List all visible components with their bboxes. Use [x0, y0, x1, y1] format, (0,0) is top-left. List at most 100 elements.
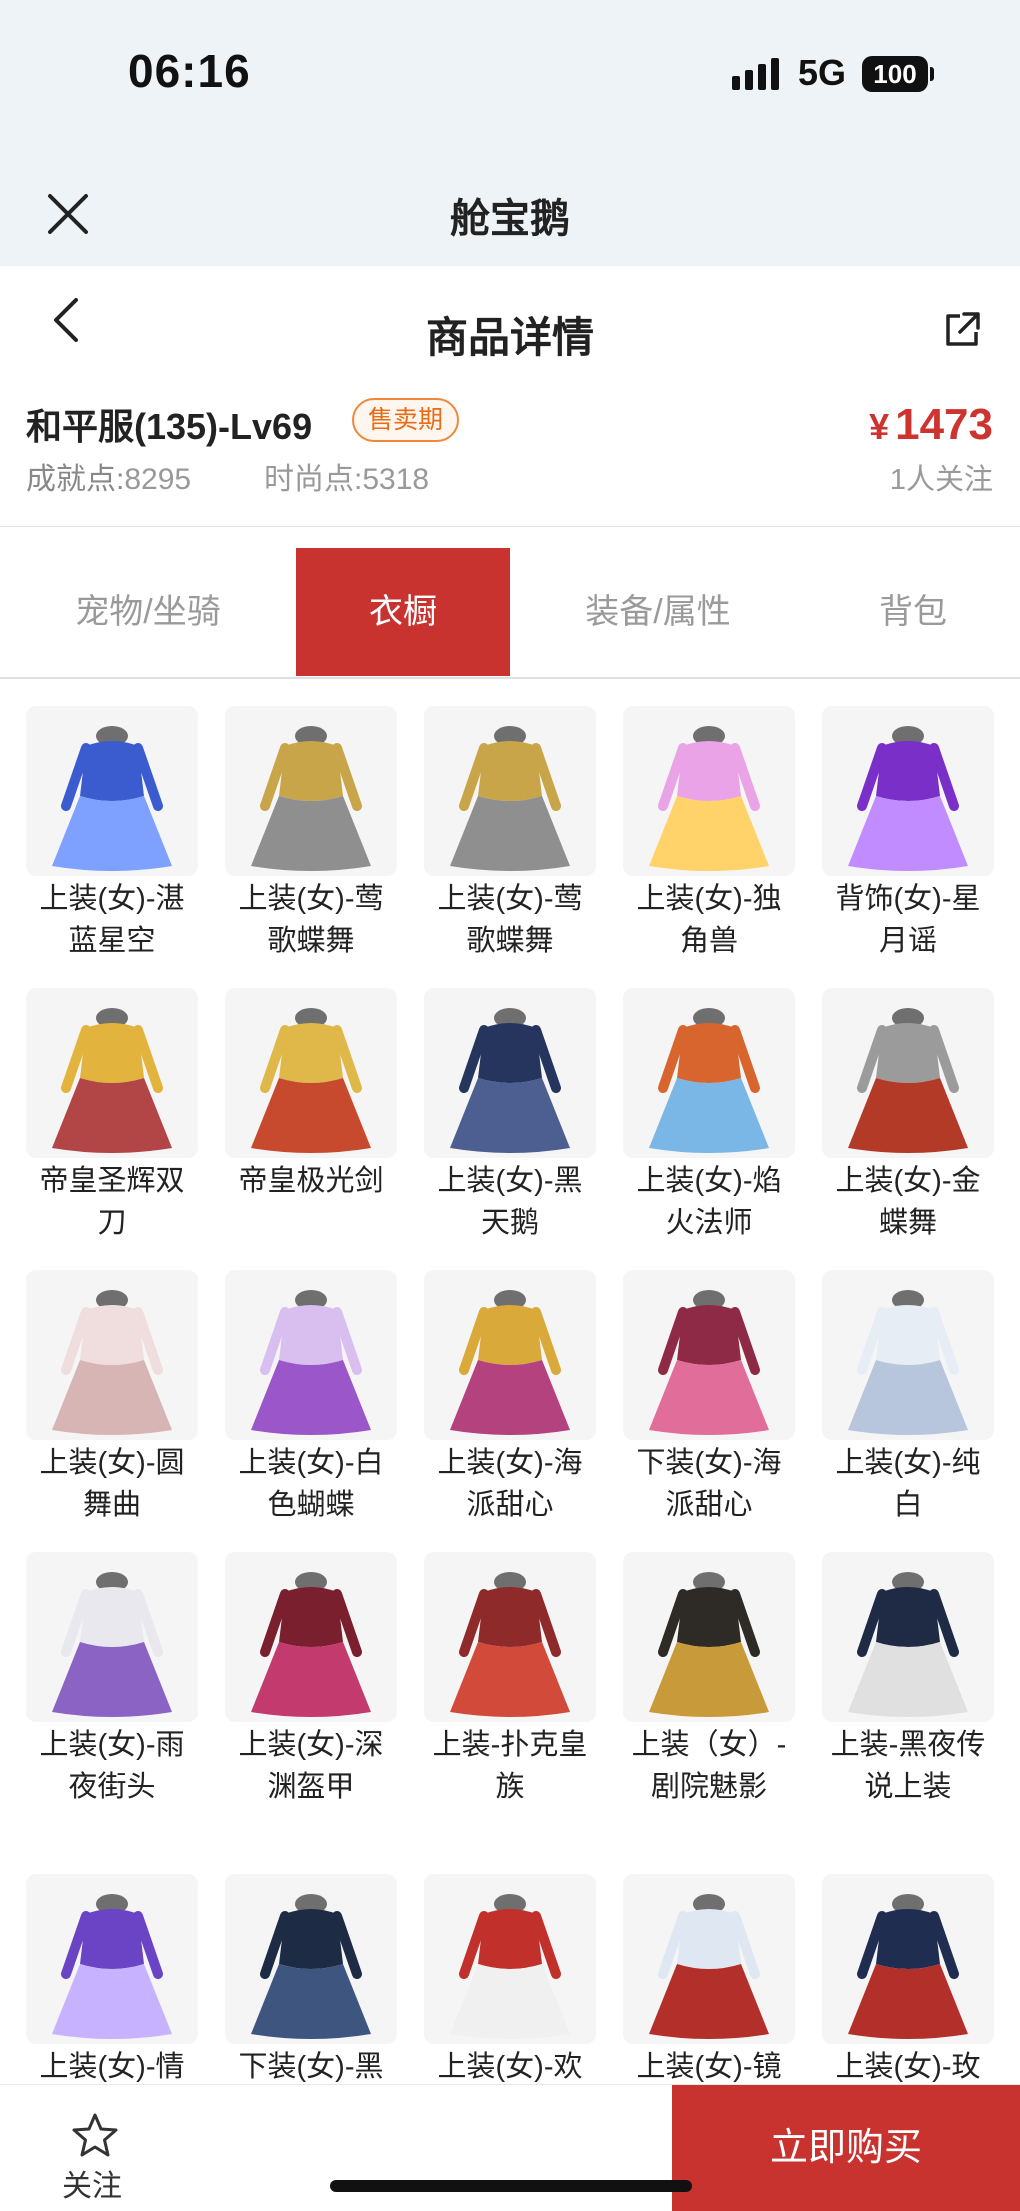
wardrobe-item[interactable]: 帝皇圣辉双刀: [26, 988, 198, 1244]
tab-equipment-attributes[interactable]: 装备/属性: [510, 548, 806, 676]
white-red-robe-icon: [649, 1894, 769, 2039]
item-thumbnail: [225, 988, 397, 1158]
item-thumbnail: [424, 1270, 596, 1440]
item-thumbnail: [424, 1552, 596, 1722]
item-thumbnail: [822, 1874, 994, 2044]
flame-mage-outfit-icon: [649, 1008, 769, 1153]
wardrobe-item[interactable]: 上装(女)-海派甜心: [424, 1270, 596, 1526]
fashion-stat: 时尚点:5318: [264, 454, 429, 498]
wardrobe-item[interactable]: 上装(女)-欢: [424, 1874, 596, 2084]
wardrobe-item[interactable]: 上装(女)-金蝶舞: [822, 988, 994, 1244]
wardrobe-item[interactable]: 上装(女)-情: [26, 1874, 198, 2084]
tab-wardrobe[interactable]: 衣橱: [296, 548, 510, 676]
item-thumbnail: [26, 1874, 198, 2044]
wardrobe-item[interactable]: 上装（女）-剧院魅影: [623, 1552, 795, 1808]
battery-icon: 100: [862, 56, 928, 92]
gold-winged-outfit-icon: [450, 726, 570, 871]
navy-heels-icon: [251, 1894, 371, 2039]
item-thumbnail: [26, 988, 198, 1158]
item-label: 上装（女）-剧院魅影: [631, 1729, 787, 1803]
wardrobe-item[interactable]: 上装(女)-焰火法师: [623, 988, 795, 1244]
item-label: 下装(女)-海派甜心: [636, 1447, 782, 1521]
wardrobe-item[interactable]: 上装(女)-黑天鹅: [424, 988, 596, 1244]
item-thumbnail: [225, 1874, 397, 2044]
product-name: 和平服(135)-Lv69: [26, 406, 313, 447]
product-info: 和平服(135)-Lv69 售卖期 成就点:8295 时尚点:5318 ¥147…: [0, 390, 1020, 522]
wardrobe-item[interactable]: 下装(女)-海派甜心: [623, 1270, 795, 1526]
nav-bar: 商品详情: [0, 266, 1020, 366]
red-dress-icon: [450, 1894, 570, 2039]
navy-coat-icon: [848, 1572, 968, 1717]
wardrobe-item[interactable]: 上装(女)-莺歌蝶舞: [424, 706, 596, 962]
red-poker-coat-icon: [450, 1572, 570, 1717]
price-value: 1473: [895, 400, 993, 449]
item-label: 上装(女)-黑天鹅: [437, 1165, 583, 1239]
tab-backpack[interactable]: 背包: [806, 548, 1020, 676]
item-label: 上装(女)-深渊盔甲: [238, 1729, 384, 1803]
item-thumbnail: [26, 706, 198, 876]
item-label: 上装(女)-海派甜心: [437, 1447, 583, 1521]
item-label: 上装(女)-纯白: [835, 1447, 981, 1521]
black-gold-dress-icon: [649, 1572, 769, 1717]
item-thumbnail: [623, 988, 795, 1158]
battery-tip: [930, 67, 934, 81]
white-gown-icon: [848, 1290, 968, 1435]
item-thumbnail: [822, 988, 994, 1158]
item-label: 上装(女)-金蝶舞: [835, 1165, 981, 1239]
follow-button-label[interactable]: 关注: [62, 2161, 122, 2205]
item-label: 上装(女)-欢: [437, 2051, 583, 2083]
item-thumbnail: [424, 706, 596, 876]
item-label: 上装(女)-玫: [835, 2051, 981, 2083]
item-thumbnail: [822, 1270, 994, 1440]
price: ¥1473: [869, 400, 993, 450]
item-label: 上装(女)-莺歌蝶舞: [437, 883, 583, 957]
pink-skirt-icon: [649, 1290, 769, 1435]
red-grey-outfit-icon: [848, 1008, 968, 1153]
dark-blue-gown-icon: [450, 1008, 570, 1153]
wardrobe-item[interactable]: 背饰(女)-星月谣: [822, 706, 994, 962]
golden-top-icon: [450, 1290, 570, 1435]
buy-now-button[interactable]: 立即购买: [672, 2085, 1020, 2211]
purple-ball-gown-icon: [52, 1894, 172, 2039]
item-thumbnail: [623, 1874, 795, 2044]
wardrobe-item[interactable]: 帝皇极光剑: [225, 988, 397, 1202]
status-badge: 售卖期: [352, 398, 460, 442]
item-label: 上装(女)-情: [39, 2051, 185, 2083]
item-label: 上装(女)-圆舞曲: [39, 1447, 185, 1521]
wardrobe-item[interactable]: 上装(女)-圆舞曲: [26, 1270, 198, 1526]
wardrobe-item[interactable]: 上装(女)-莺歌蝶舞: [225, 706, 397, 962]
item-thumbnail: [623, 1552, 795, 1722]
wardrobe-item[interactable]: 上装(女)-湛蓝星空: [26, 706, 198, 962]
crimson-armor-icon: [251, 1572, 371, 1717]
wardrobe-item[interactable]: 上装-黑夜传说上装: [822, 1552, 994, 1808]
home-indicator: [330, 2180, 692, 2192]
wardrobe-item[interactable]: 上装(女)-独角兽: [623, 706, 795, 962]
item-label: 上装(女)-独角兽: [636, 883, 782, 957]
divider: [0, 526, 1020, 527]
item-thumbnail: [26, 1552, 198, 1722]
wardrobe-item[interactable]: 下装(女)-黑: [225, 1874, 397, 2084]
tab-pets-mounts[interactable]: 宠物/坐骑: [0, 548, 296, 676]
item-thumbnail: [26, 1270, 198, 1440]
wardrobe-item[interactable]: 上装-扑克皇族: [424, 1552, 596, 1808]
star-icon[interactable]: [70, 2111, 120, 2161]
fashion-value: 5318: [362, 463, 430, 496]
wardrobe-item[interactable]: 上装(女)-雨夜街头: [26, 1552, 198, 1808]
status-bar: 06:16 5G 100: [0, 0, 1020, 160]
item-thumbnail: [623, 706, 795, 876]
share-icon[interactable]: [942, 310, 982, 350]
wardrobe-item[interactable]: 上装(女)-白色蝴蝶: [225, 1270, 397, 1526]
navy-red-coat-icon: [848, 1894, 968, 2039]
currency-symbol: ¥: [869, 406, 890, 447]
white-purple-coat-icon: [52, 1572, 172, 1717]
item-thumbnail: [424, 1874, 596, 2044]
wardrobe-item[interactable]: 上装(女)-玫: [822, 1874, 994, 2084]
tab-bar: 宠物/坐骑 衣橱 装备/属性 背包: [0, 548, 1020, 678]
blue-dress-icon: [52, 726, 172, 871]
wardrobe-item[interactable]: 上装(女)-纯白: [822, 1270, 994, 1526]
wardrobe-item[interactable]: 上装(女)-镜: [623, 1874, 795, 2084]
wardrobe-item[interactable]: 上装(女)-深渊盔甲: [225, 1552, 397, 1808]
item-label: 下装(女)-黑: [238, 2051, 384, 2083]
item-label: 上装-扑克皇族: [432, 1729, 588, 1803]
item-thumbnail: [225, 706, 397, 876]
